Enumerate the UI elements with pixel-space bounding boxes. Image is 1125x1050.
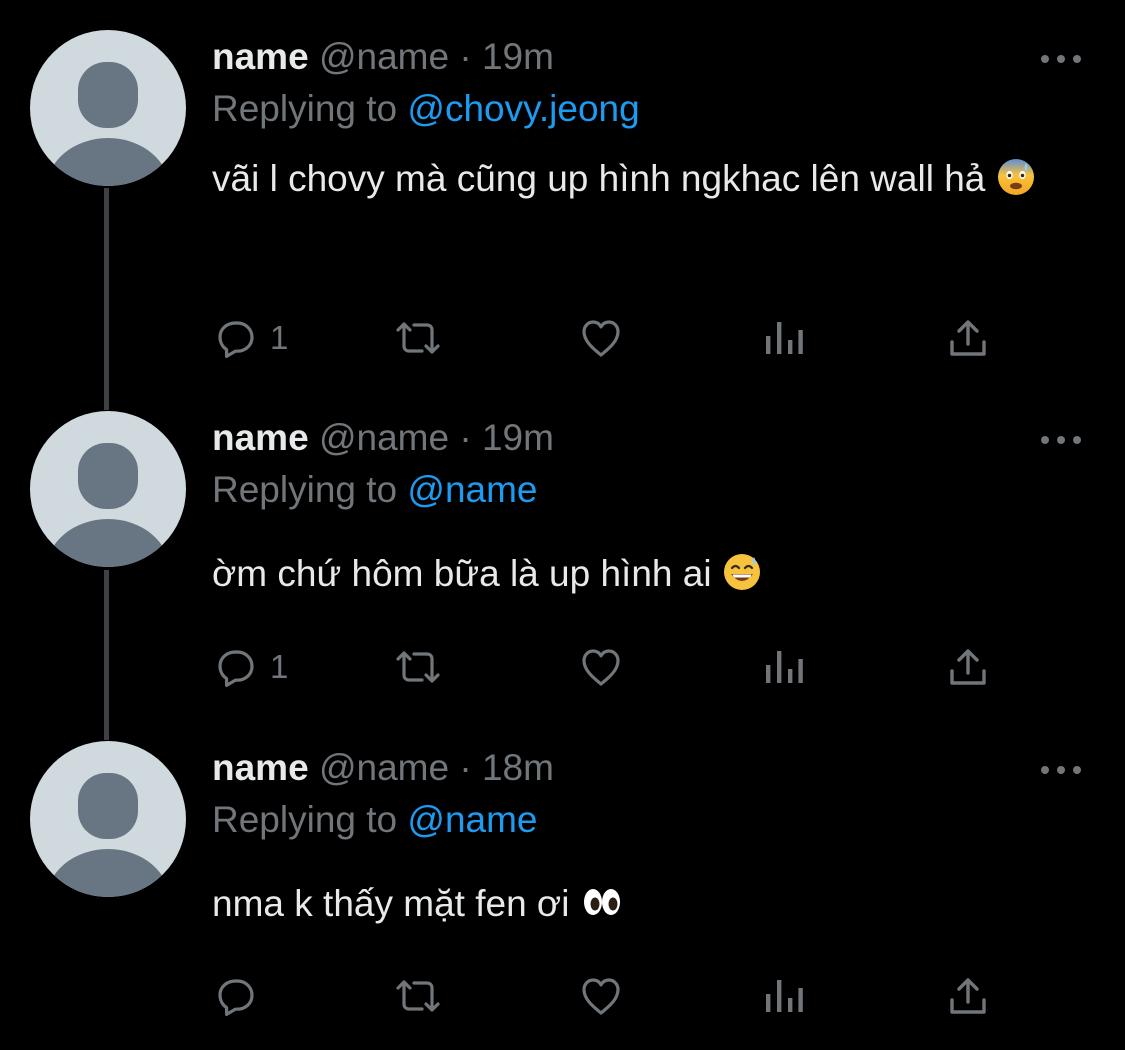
reply-icon: [218, 979, 254, 1016]
like-button[interactable]: [576, 313, 626, 363]
default-avatar-icon: [46, 62, 170, 186]
more-options-icon[interactable]: [1041, 44, 1081, 74]
grinning-face-with-sweat-icon: [722, 551, 762, 609]
timestamp[interactable]: 19m: [482, 417, 554, 458]
default-avatar-icon: [46, 443, 170, 567]
share-icon: [950, 320, 986, 356]
reply-button[interactable]: 1: [212, 642, 288, 692]
more-options-icon[interactable]: [1041, 425, 1081, 455]
tweet-header: name @name · 19m: [212, 34, 554, 80]
share-button[interactable]: [944, 313, 992, 363]
replying-to: Replying to @chovy.jeong: [212, 86, 640, 132]
reply-count: 1: [270, 319, 289, 356]
retweet-icon: [396, 651, 440, 683]
default-avatar-icon: [46, 773, 170, 897]
analytics-button[interactable]: [762, 971, 806, 1021]
tweet[interactable]: name @name · 19m Replying to @chovy.jeon…: [0, 30, 1125, 370]
display-name[interactable]: name: [212, 36, 309, 77]
tweet-text: nma k thấy mặt fen ơi: [212, 875, 1092, 939]
tweet[interactable]: name @name · 19m Replying to @name ờm ch…: [0, 411, 1125, 701]
reply-icon: [218, 321, 254, 358]
user-handle[interactable]: @name: [319, 36, 449, 77]
tweet-actions: 1: [212, 642, 1012, 692]
mention-link[interactable]: @name: [407, 799, 537, 840]
reply-count: 1: [270, 648, 289, 685]
heart-icon: [582, 649, 620, 686]
tweet-text-content: ờm chứ hôm bữa là up hình ai: [212, 553, 712, 594]
replying-to-label: Replying to: [212, 799, 398, 840]
tweet-actions: [212, 971, 1012, 1021]
mention-link[interactable]: @name: [407, 469, 537, 510]
tweet-header: name @name · 19m: [212, 415, 554, 461]
analytics-icon: [766, 322, 803, 354]
display-name[interactable]: name: [212, 417, 309, 458]
user-handle[interactable]: @name: [319, 747, 449, 788]
replying-to: Replying to @name: [212, 797, 538, 843]
share-button[interactable]: [944, 971, 992, 1021]
eyes-icon: [580, 881, 624, 939]
retweet-button[interactable]: [390, 313, 446, 363]
tweet-text-content: vãi l chovy mà cũng up hình ngkhac lên w…: [212, 158, 986, 199]
user-handle[interactable]: @name: [319, 417, 449, 458]
share-icon: [950, 649, 986, 685]
tweet[interactable]: name @name · 18m Replying to @name nma k…: [0, 741, 1125, 1031]
reply-icon: [218, 650, 254, 687]
analytics-icon: [766, 980, 803, 1012]
avatar[interactable]: [30, 30, 186, 186]
tweet-text: vãi l chovy mà cũng up hình ngkhac lên w…: [212, 150, 1092, 214]
reply-button[interactable]: 1: [212, 313, 288, 363]
tweet-text-content: nma k thấy mặt fen ơi: [212, 883, 570, 924]
separator-dot: ·: [459, 747, 472, 788]
tweet-actions: 1: [212, 313, 1012, 363]
like-button[interactable]: [576, 642, 626, 692]
avatar[interactable]: [30, 741, 186, 897]
analytics-icon: [766, 651, 803, 683]
heart-icon: [582, 978, 620, 1015]
analytics-button[interactable]: [762, 313, 806, 363]
more-options-icon[interactable]: [1041, 755, 1081, 785]
retweet-button[interactable]: [390, 642, 446, 692]
share-button[interactable]: [944, 642, 992, 692]
retweet-icon: [396, 980, 440, 1012]
replying-to-label: Replying to: [212, 469, 398, 510]
share-icon: [950, 978, 986, 1014]
display-name[interactable]: name: [212, 747, 309, 788]
heart-icon: [582, 320, 620, 357]
like-button[interactable]: [576, 971, 626, 1021]
reply-button[interactable]: [212, 971, 270, 1021]
separator-dot: ·: [459, 36, 472, 77]
mention-link[interactable]: @chovy.jeong: [407, 88, 639, 129]
anxious-face-with-sweat-icon: [996, 156, 1036, 214]
tweet-header: name @name · 18m: [212, 745, 554, 791]
retweet-button[interactable]: [390, 971, 446, 1021]
replying-to: Replying to @name: [212, 467, 538, 513]
tweet-text: ờm chứ hôm bữa là up hình ai: [212, 545, 1092, 609]
separator-dot: ·: [459, 417, 472, 458]
timestamp[interactable]: 18m: [482, 747, 554, 788]
avatar[interactable]: [30, 411, 186, 567]
timestamp[interactable]: 19m: [482, 36, 554, 77]
retweet-icon: [396, 322, 440, 354]
analytics-button[interactable]: [762, 642, 806, 692]
replying-to-label: Replying to: [212, 88, 398, 129]
